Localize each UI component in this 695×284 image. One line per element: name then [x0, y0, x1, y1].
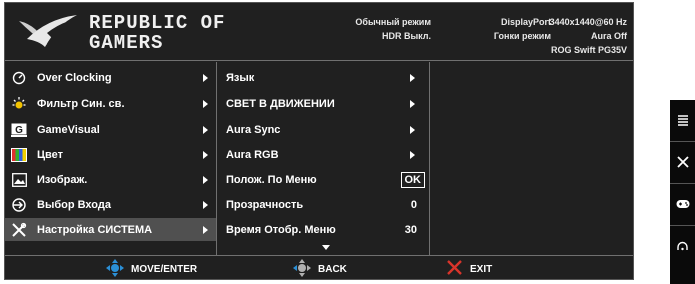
menu-item-label: Настройка СИСТЕМА: [37, 223, 153, 236]
brand-name: REPUBLIC OF GAMERS: [89, 13, 225, 53]
chevron-right-icon: [203, 150, 208, 159]
image-icon: [11, 172, 27, 188]
status-line: Обычный режим: [355, 17, 431, 27]
submenu-item-label: Полож. По Меню: [226, 173, 317, 186]
dpad-back-icon: [293, 259, 311, 280]
osd-menu: REPUBLIC OF GAMERS Обычный режим HDR Вык…: [4, 2, 634, 280]
chevron-right-icon: [410, 125, 415, 134]
chevron-right-icon: [203, 99, 208, 108]
menu-item-label: Over Clocking: [37, 71, 112, 84]
status-mode: Обычный режим HDR Выкл.: [355, 15, 431, 43]
back-label: BACK: [318, 264, 347, 275]
scroll-down-icon[interactable]: [322, 245, 330, 250]
gauge-icon: [11, 70, 27, 86]
menu-item-label: Фильтр Син. св.: [37, 97, 125, 110]
svg-text:G: G: [15, 125, 23, 136]
tools-icon: [11, 222, 27, 238]
menu-item-label: GameVisual: [37, 123, 100, 136]
menu-icon[interactable]: [670, 100, 695, 140]
menu-item-gamevisual[interactable]: G GameVisual: [5, 118, 216, 141]
chevron-right-icon: [410, 99, 415, 108]
submenu-item-aura-sync[interactable]: Aura Sync: [218, 118, 429, 141]
menu-item-image[interactable]: Изображ.: [5, 168, 216, 191]
submenu-item-light-in-motion[interactable]: СВЕТ В ДВИЖЕНИИ: [218, 92, 429, 115]
color-bars-icon: [11, 147, 27, 163]
menu-item-label: Цвет: [37, 148, 64, 161]
submenu-item-label: Aura Sync: [226, 123, 281, 136]
osd-footer: MOVE/ENTER BACK EXIT: [5, 255, 633, 279]
status-line: 3440x1440@60 Hz: [549, 17, 627, 27]
menu-item-over-clocking[interactable]: Over Clocking: [5, 66, 216, 89]
menu-item-label: Выбор Входа: [37, 198, 111, 211]
back-hint: BACK: [293, 259, 347, 280]
move-enter-label: MOVE/ENTER: [131, 264, 198, 275]
submenu-item-transparency[interactable]: Прозрачность 0: [218, 193, 429, 216]
gamepad-icon[interactable]: [670, 184, 695, 224]
gamevisual-icon: G: [11, 122, 27, 138]
chevron-right-icon: [203, 225, 208, 234]
status-line: HDR Выкл.: [381, 31, 431, 41]
brand-line2: GAMERS: [89, 32, 164, 54]
submenu-item-label: Язык: [226, 71, 255, 84]
submenu-item-label: Прозрачность: [226, 198, 304, 211]
submenu-item-label: СВЕТ В ДВИЖЕНИИ: [226, 97, 335, 110]
sun-icon: [11, 96, 27, 112]
status-line: Aura Off: [591, 31, 627, 41]
menu-item-color[interactable]: Цвет: [5, 143, 216, 166]
submenu-item-label: Время Отобр. Меню: [226, 223, 336, 236]
exit-label: EXIT: [470, 263, 493, 275]
rog-logo-icon: [17, 11, 79, 56]
value-panel: [431, 62, 633, 255]
status-line: ROG Swift PG35V: [550, 45, 627, 55]
brand-line1: REPUBLIC OF: [89, 12, 226, 34]
menu-item-blue-light-filter[interactable]: Фильтр Син. св.: [5, 92, 216, 115]
submenu-item-aura-rgb[interactable]: Aura RGB: [218, 143, 429, 166]
side-button-strip: [670, 100, 695, 284]
transparency-value: 0: [410, 198, 417, 211]
exit-x-icon: [446, 259, 463, 279]
main-menu: Over Clocking Фильтр Син. св. G GameVisu…: [5, 62, 217, 255]
chevron-right-icon: [203, 175, 208, 184]
status-resolution: 3440x1440@60 Hz Aura Off ROG Swift PG35V: [550, 15, 627, 57]
move-enter-hint: MOVE/ENTER: [106, 259, 197, 280]
input-icon: [11, 197, 27, 213]
submenu-item-menu-timeout[interactable]: Время Отобр. Меню 30: [218, 218, 429, 241]
ok-badge[interactable]: OK: [400, 171, 425, 188]
chevron-right-icon: [410, 150, 415, 159]
exit-hint: EXIT: [446, 259, 492, 279]
sub-menu: Язык СВЕТ В ДВИЖЕНИИ Aura Sync Aura RGB …: [218, 62, 430, 255]
status-input: DisplayPort Гонки режим: [494, 15, 551, 43]
osd-header: REPUBLIC OF GAMERS Обычный режим HDR Вык…: [5, 3, 633, 61]
menu-item-input-select[interactable]: Выбор Входа: [5, 193, 216, 216]
power-icon[interactable]: [670, 226, 695, 266]
status-line: Гонки режим: [493, 31, 551, 41]
close-icon[interactable]: [670, 142, 695, 182]
chevron-right-icon: [203, 73, 208, 82]
submenu-item-label: Aura RGB: [226, 148, 279, 161]
chevron-right-icon: [410, 73, 415, 82]
status-line: DisplayPort: [500, 17, 551, 27]
submenu-item-language[interactable]: Язык: [218, 66, 429, 89]
chevron-right-icon: [203, 125, 208, 134]
menu-item-label: Изображ.: [37, 173, 88, 186]
menu-timeout-value: 30: [404, 223, 417, 236]
dpad-icon: [106, 259, 124, 280]
submenu-item-menu-position[interactable]: Полож. По Меню OK: [218, 168, 429, 191]
chevron-right-icon: [203, 200, 208, 209]
menu-item-system-setup[interactable]: Настройка СИСТЕМА: [5, 218, 216, 241]
